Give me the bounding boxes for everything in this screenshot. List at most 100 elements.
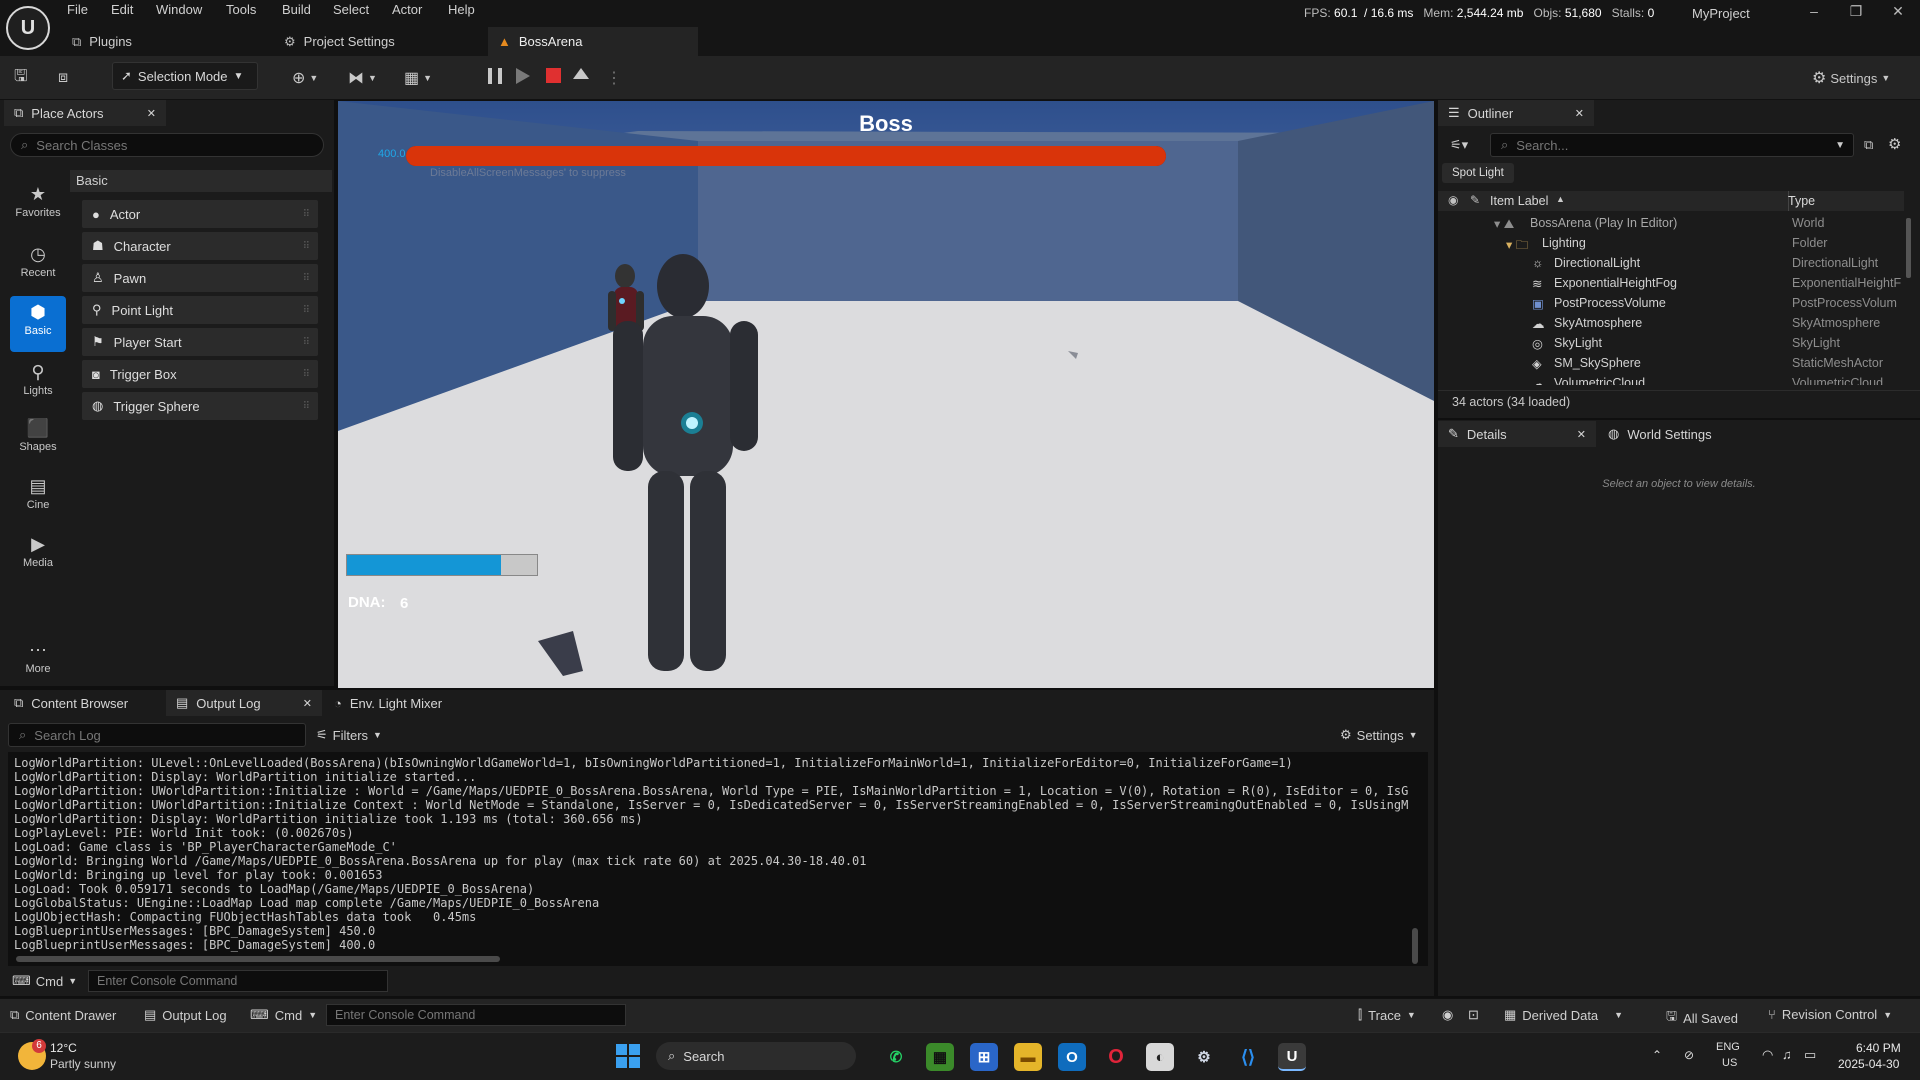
menu-build[interactable]: Build (282, 2, 311, 22)
wifi-icon[interactable]: ◠ (1762, 1047, 1773, 1063)
blueprints-icon[interactable]: ⧓ ▼ (348, 66, 377, 90)
menu-file[interactable]: File (67, 2, 88, 22)
add-actor-icon[interactable]: ⊕ ▼ (292, 66, 318, 90)
actor-item[interactable]: ◙ Trigger Box ⠿ (82, 360, 318, 388)
drag-handle-icon[interactable]: ⠿ (303, 209, 310, 220)
whatsapp-icon[interactable]: ✆ (882, 1043, 910, 1071)
eye-icon[interactable]: ◉ (1448, 193, 1458, 207)
more-options-icon[interactable]: ⋮ (606, 66, 622, 90)
close-icon[interactable]: ✕ (303, 697, 312, 710)
menu-actor[interactable]: Actor (392, 2, 422, 22)
category-more[interactable]: ⋯ More (10, 634, 66, 690)
clock-time[interactable]: 6:40 PM (1856, 1041, 1901, 1055)
all-saved-button[interactable]: 🖫 All Saved (1666, 1007, 1738, 1029)
minecraft-icon[interactable]: ▦ (926, 1043, 954, 1071)
status-console-input[interactable]: Enter Console Command (326, 1004, 626, 1026)
outlook-icon[interactable]: O (1058, 1043, 1086, 1071)
log-text[interactable]: LogWorldPartition: ULevel::OnLevelLoaded… (14, 756, 1408, 952)
outliner-row[interactable]: ◈ SM_SkySphere StaticMeshActor (1438, 356, 1920, 376)
record-icon[interactable]: ◉ (1442, 1007, 1453, 1023)
taskbar-search[interactable]: ⌕ Search (656, 1042, 856, 1070)
save-icon[interactable]: 🖫 (14, 66, 28, 90)
add-folder-icon[interactable]: ⧉ (1864, 137, 1873, 153)
output-log-button[interactable]: ▤ Output Log (144, 1007, 227, 1023)
filter-chip-spot-light[interactable]: Spot Light (1442, 163, 1514, 183)
unreal-taskbar-icon[interactable]: U (1278, 1043, 1306, 1071)
category-basic[interactable]: ⬢ Basic (10, 296, 66, 352)
tab-content-browser[interactable]: ⧉ Content Browser (4, 690, 164, 716)
close-icon[interactable]: ✕ (147, 107, 156, 120)
tab-details[interactable]: ✎ Details ✕ (1438, 421, 1596, 447)
status-cmd-dropdown[interactable]: ⌨ Cmd ▼ (250, 1007, 317, 1023)
chevron-up-icon[interactable]: ⌃ (1652, 1048, 1662, 1062)
outliner-row[interactable]: ◎ SkyLight SkyLight (1438, 336, 1920, 356)
drag-handle-icon[interactable]: ⠿ (303, 305, 310, 316)
lang-primary[interactable]: ENG (1716, 1041, 1740, 1053)
tab-world-settings[interactable]: ◍ World Settings (1598, 421, 1748, 447)
expand-icon[interactable]: ▾ ⛰ (1494, 216, 1514, 232)
lang-secondary[interactable]: US (1722, 1057, 1737, 1069)
steam-icon[interactable]: ⚙ (1190, 1043, 1218, 1071)
outliner-row[interactable]: ▾ ⛰ BossArena (Play In Editor) World (1438, 216, 1920, 236)
content-drawer-button[interactable]: ⧉ Content Drawer (10, 1007, 116, 1023)
category-recent[interactable]: ◷ Recent (10, 238, 66, 294)
actor-item[interactable]: ☗ Character ⠿ (82, 232, 318, 260)
derived-data-dropdown[interactable]: ▦ Derived Data ▼ (1504, 1007, 1623, 1023)
drag-handle-icon[interactable]: ⠿ (303, 337, 310, 348)
network-off-icon[interactable]: ⊘ (1684, 1048, 1694, 1062)
close-icon[interactable]: ✕ (1575, 107, 1584, 120)
restore-icon[interactable]: ❐ (1846, 3, 1866, 21)
volume-icon[interactable]: ♫ (1782, 1047, 1792, 1062)
log-settings-button[interactable]: ⚙ Settings ▼ (1340, 727, 1418, 743)
revision-control-dropdown[interactable]: ⑂ Revision Control ▼ (1768, 1007, 1892, 1022)
game-viewport[interactable]: Boss 400.0 DisableAllScreenMessages' to … (338, 101, 1434, 688)
menu-help[interactable]: Help (448, 2, 475, 22)
tab-place-actors[interactable]: ⧉ Place Actors ✕ (4, 100, 166, 126)
outliner-row[interactable]: ▾ 🗀 Lighting Folder (1438, 236, 1920, 256)
actor-item[interactable]: ⚲ Point Light ⠿ (82, 296, 318, 324)
drag-handle-icon[interactable]: ⠿ (303, 401, 310, 412)
opera-icon[interactable]: O (1102, 1043, 1130, 1071)
content-icon[interactable]: ⧈ (58, 66, 68, 90)
console-command-input[interactable]: Enter Console Command (88, 970, 388, 992)
selection-mode-dropdown[interactable]: ➚ Selection Mode ▼ (112, 62, 258, 90)
drag-handle-icon[interactable]: ⠿ (303, 273, 310, 284)
actor-item[interactable]: ● Actor ⠿ (82, 200, 318, 228)
cmd-dropdown[interactable]: ⌨ Cmd ▼ (12, 973, 77, 989)
drag-handle-icon[interactable]: ⠿ (303, 369, 310, 380)
cinematics-icon[interactable]: ▦ ▼ (404, 66, 432, 90)
menu-window[interactable]: Window (156, 2, 202, 22)
close-icon[interactable]: ✕ (1577, 428, 1586, 441)
outliner-row[interactable]: ☼ DirectionalLight DirectionalLight (1438, 256, 1920, 276)
outliner-row[interactable]: ≋ ExponentialHeightFog ExponentialHeightF (1438, 276, 1920, 296)
windows-start-icon[interactable] (616, 1044, 640, 1068)
category-media[interactable]: ▶ Media (10, 528, 66, 584)
tab-project-settings[interactable]: ⚙ Project Settings (274, 27, 405, 56)
menu-edit[interactable]: Edit (111, 2, 133, 22)
eject-icon[interactable] (573, 68, 589, 79)
folder-icon[interactable]: ▾ 🗀 (1506, 236, 1528, 257)
actor-item[interactable]: ⚑ Player Start ⠿ (82, 328, 318, 356)
log-vertical-scrollbar[interactable] (1412, 928, 1418, 964)
trace-dropdown[interactable]: ⫿ Trace ▼ (1358, 1007, 1416, 1023)
drag-handle-icon[interactable]: ⠿ (303, 241, 310, 252)
tab-level[interactable]: ▲ BossArena (488, 27, 698, 56)
outliner-search-input[interactable]: ⌕ Search... ▼ (1490, 133, 1854, 157)
screenshot-icon[interactable]: ⊡ (1468, 1007, 1479, 1023)
search-log-input[interactable]: ⌕ Search Log (8, 723, 306, 747)
menu-select[interactable]: Select (333, 2, 369, 22)
battery-icon[interactable]: ▭ (1804, 1047, 1816, 1063)
actor-item[interactable]: ♙ Pawn ⠿ (82, 264, 318, 292)
outliner-row[interactable]: ☁ VolumetricCloud VolumetricCloud (1438, 376, 1920, 385)
tab-output-log[interactable]: ▤ Output Log ✕ (166, 690, 322, 716)
menu-tools[interactable]: Tools (226, 2, 256, 22)
pin-icon[interactable]: ✎ (1470, 193, 1480, 207)
category-lights[interactable]: ⚲ Lights (10, 356, 66, 412)
settings-button[interactable]: ⚙ Settings ▼ (1812, 66, 1890, 90)
pause-icon[interactable] (488, 68, 502, 84)
actor-item[interactable]: ◍ Trigger Sphere ⠿ (82, 392, 318, 420)
outliner-row[interactable]: ☁ SkyAtmosphere SkyAtmosphere (1438, 316, 1920, 336)
filters-dropdown[interactable]: ⚟ Filters ▼ (316, 727, 382, 743)
stop-icon[interactable] (546, 68, 561, 83)
unreal-logo-icon[interactable]: U (6, 6, 50, 50)
